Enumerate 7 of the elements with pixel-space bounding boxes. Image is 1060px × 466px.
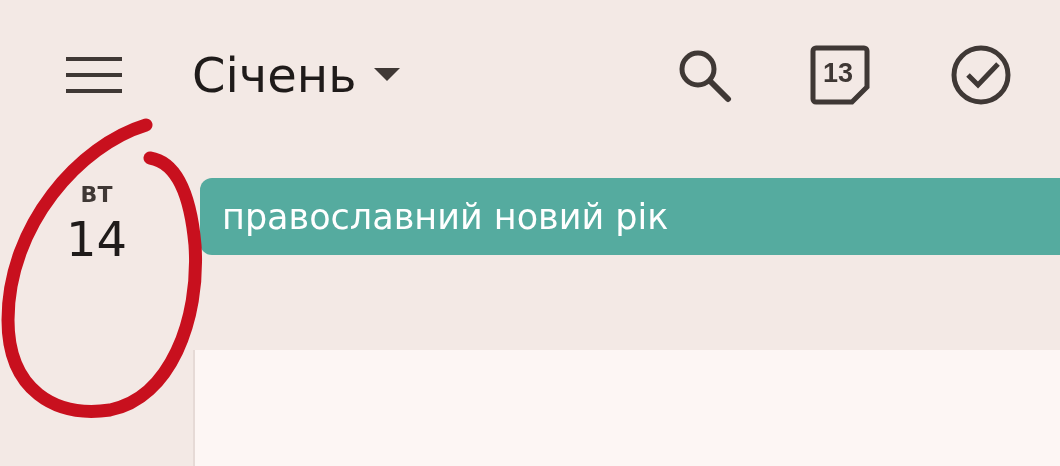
weekday-label: ВТ	[80, 182, 113, 207]
day-number: 14	[65, 211, 128, 267]
tasks-button[interactable]	[950, 44, 1012, 106]
today-button[interactable]: 13	[810, 45, 870, 105]
menu-button[interactable]	[64, 55, 124, 95]
month-dropdown[interactable]: Січень	[192, 47, 401, 103]
caret-icon	[374, 68, 401, 82]
